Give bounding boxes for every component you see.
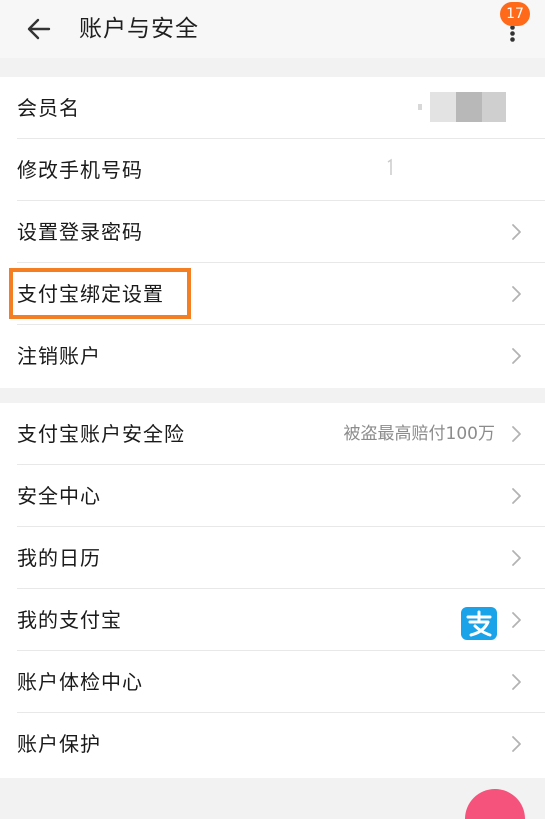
- chevron-right-icon: [512, 736, 521, 752]
- row-label: 会员名: [17, 96, 80, 120]
- list-item-member-name[interactable]: 会员名: [0, 77, 545, 139]
- list-item-security-center[interactable]: 安全中心: [0, 465, 545, 527]
- back-button[interactable]: [22, 12, 56, 46]
- list-item-account-insurance[interactable]: 支付宝账户安全险 被盗最高赔付100万: [0, 403, 545, 465]
- row-label: 我的支付宝: [17, 608, 122, 632]
- row-label: 账户体检中心: [17, 670, 143, 694]
- security-section: 支付宝账户安全险 被盗最高赔付100万 安全中心 我的日历 我的支付宝 账户体检…: [0, 403, 545, 778]
- arrow-left-icon: [27, 18, 51, 40]
- floating-button[interactable]: [465, 789, 525, 819]
- masked-phone-digit: [387, 158, 392, 175]
- list-item-account-checkup[interactable]: 账户体检中心: [0, 651, 545, 713]
- row-label: 账户保护: [17, 732, 101, 756]
- notification-badge[interactable]: 17: [500, 2, 530, 26]
- app-bar: 账户与安全 17: [0, 0, 545, 58]
- chevron-right-icon: [512, 286, 521, 302]
- alipay-icon: [461, 607, 497, 640]
- chevron-right-icon: [512, 612, 521, 628]
- list-item-my-calendar[interactable]: 我的日历: [0, 527, 545, 589]
- row-label: 注销账户: [17, 344, 101, 368]
- chevron-right-icon: [512, 426, 521, 442]
- row-label: 支付宝账户安全险: [17, 422, 185, 446]
- list-item-account-protection[interactable]: 账户保护: [0, 713, 545, 775]
- list-item-login-password[interactable]: 设置登录密码: [0, 201, 545, 263]
- row-label: 修改手机号码: [17, 158, 143, 182]
- chevron-right-icon: [512, 550, 521, 566]
- chevron-right-icon: [512, 674, 521, 690]
- chevron-right-icon: [512, 224, 521, 240]
- more-vertical-icon: [510, 25, 515, 42]
- row-label: 设置登录密码: [17, 220, 143, 244]
- list-item-change-phone[interactable]: 修改手机号码: [0, 139, 545, 201]
- list-item-close-account[interactable]: 注销账户: [0, 325, 545, 387]
- insurance-value: 被盗最高赔付100万: [343, 424, 495, 444]
- account-section: 会员名 修改手机号码 设置登录密码 支付宝绑定设置 注销账户: [0, 77, 545, 388]
- chevron-right-icon: [512, 488, 521, 504]
- row-label: 安全中心: [17, 484, 101, 508]
- page-title: 账户与安全: [79, 16, 199, 42]
- chevron-right-icon: [512, 348, 521, 364]
- masked-username-image: [418, 92, 506, 122]
- row-label: 我的日历: [17, 546, 101, 570]
- highlight-box: [9, 268, 191, 319]
